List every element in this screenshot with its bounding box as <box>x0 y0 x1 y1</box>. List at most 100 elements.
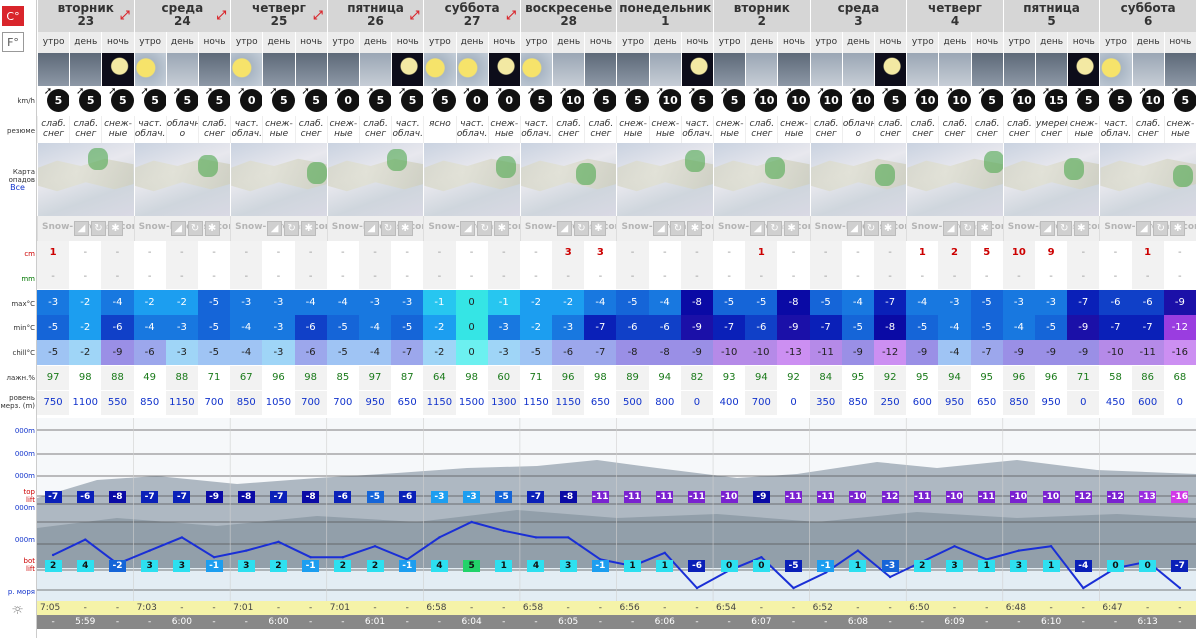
tmin-cell: -5 <box>37 315 70 340</box>
period-cell: ночь <box>584 32 617 53</box>
summary-cell: снеж-ные <box>101 116 133 143</box>
map-watermark-cell: Snow-Forecast.com◢↻✱ <box>519 216 617 241</box>
humidity-cell: 89 <box>616 366 649 390</box>
snowflake-icon[interactable]: ✱ <box>1170 221 1186 236</box>
expand-arrow-icon[interactable]: ⤢ <box>217 9 227 22</box>
snowflake-icon[interactable]: ✱ <box>204 221 220 236</box>
humidity-cell: 98 <box>465 372 478 383</box>
day-header[interactable]: суббота 6 <box>1099 0 1196 32</box>
snowflake-icon[interactable]: ✱ <box>880 221 896 236</box>
precipitation-map[interactable] <box>423 143 520 216</box>
toplift-temp-badge: -11 <box>624 491 642 503</box>
wind-cell: 5 ➚ <box>294 86 327 116</box>
precipitation-map[interactable] <box>616 143 714 216</box>
day-header[interactable]: пятница 5 <box>1002 0 1100 32</box>
day-header[interactable]: четверг 25 ⤢ <box>230 0 327 32</box>
precipitation-map[interactable] <box>519 143 617 216</box>
precipitation-map[interactable] <box>133 143 231 216</box>
rain-cell: - <box>552 265 585 289</box>
precipitation-map[interactable] <box>1002 143 1100 216</box>
precipitation-map[interactable] <box>326 143 424 216</box>
botlift-temp-badge: 2 <box>366 560 384 572</box>
humidity-cell: 71 <box>1067 366 1100 390</box>
sunset-cell: - <box>906 615 939 629</box>
expand-icon[interactable]: ◢ <box>170 221 186 236</box>
day-header[interactable]: воскресенье 28 <box>519 0 617 32</box>
expand-icon[interactable]: ◢ <box>943 221 959 236</box>
precipitation-map[interactable] <box>1099 143 1196 216</box>
wind-cell: 5 ➚ <box>133 86 166 116</box>
expand-icon[interactable]: ◢ <box>750 221 766 236</box>
day-header[interactable]: пятница 26 ⤢ <box>326 0 424 32</box>
refresh-icon[interactable]: ↻ <box>767 221 783 236</box>
sunrise-cell: - <box>294 601 327 615</box>
expand-icon[interactable]: ◢ <box>363 221 379 236</box>
refresh-icon[interactable]: ↻ <box>1153 221 1169 236</box>
snowflake-icon[interactable]: ✱ <box>108 221 123 236</box>
expand-arrow-icon[interactable]: ⤢ <box>313 9 323 22</box>
precipitation-map[interactable] <box>906 143 1003 216</box>
snowflake-icon[interactable]: ✱ <box>397 221 413 236</box>
period-cell: утро <box>519 32 553 53</box>
map-all-link[interactable]: Все <box>0 184 37 192</box>
day-header[interactable]: среда 3 <box>809 0 907 32</box>
chill-cell: -3 <box>165 340 198 365</box>
day-header[interactable]: вторник 23 ⤢ <box>37 0 134 32</box>
refresh-icon[interactable]: ↻ <box>380 221 396 236</box>
refresh-icon[interactable]: ↻ <box>960 221 976 236</box>
day-header[interactable]: понедельник 1 <box>616 0 714 32</box>
precipitation-map[interactable] <box>713 143 810 216</box>
expand-icon[interactable]: ◢ <box>653 221 669 236</box>
day-header[interactable]: вторник 2 <box>713 0 810 32</box>
snow-cloud-icon <box>1034 53 1068 86</box>
refresh-icon[interactable]: ↻ <box>91 221 106 236</box>
snowflake-icon[interactable]: ✱ <box>977 221 993 236</box>
expand-icon[interactable]: ◢ <box>1039 221 1055 236</box>
refresh-icon[interactable]: ↻ <box>573 221 589 236</box>
precipitation-map[interactable] <box>37 143 134 216</box>
summary-line-1: снеж- <box>490 119 519 129</box>
snowflake-icon[interactable]: ✱ <box>301 221 317 236</box>
expand-arrow-icon[interactable]: ⤢ <box>120 9 130 22</box>
snowflake-icon[interactable]: ✱ <box>590 221 606 236</box>
celsius-toggle[interactable]: C° <box>2 6 24 26</box>
summary-line-1: слаб. <box>878 119 903 129</box>
chill-cell: -6 <box>552 340 585 365</box>
rain-cell: - <box>423 265 456 289</box>
wind-direction-icon: ➚ <box>719 86 729 97</box>
expand-arrow-icon[interactable]: ⤢ <box>506 9 516 22</box>
snow-cell: - <box>83 247 88 258</box>
expand-icon[interactable]: ◢ <box>267 221 283 236</box>
expand-icon[interactable]: ◢ <box>74 221 89 236</box>
precipitation-map[interactable] <box>809 143 907 216</box>
refresh-icon[interactable]: ↻ <box>284 221 300 236</box>
snow-cell: 1 <box>1131 241 1164 265</box>
refresh-icon[interactable]: ↻ <box>187 221 203 236</box>
expand-icon[interactable]: ◢ <box>1136 221 1152 236</box>
snowflake-icon[interactable]: ✱ <box>1073 221 1089 236</box>
refresh-icon[interactable]: ↻ <box>863 221 879 236</box>
summary-line-2: снег <box>1137 129 1159 139</box>
freezing-level-point <box>84 538 87 541</box>
snowflake-icon[interactable]: ✱ <box>494 221 510 236</box>
expand-icon[interactable]: ◢ <box>556 221 572 236</box>
expand-icon[interactable]: ◢ <box>460 221 476 236</box>
sunrise-cell: - <box>262 601 295 615</box>
precipitation-map[interactable] <box>230 143 327 216</box>
chill-cell: -5 <box>519 340 553 365</box>
tmax-cell: -7 <box>1067 290 1100 315</box>
humidity-label: лажн.% <box>6 374 35 382</box>
refresh-icon[interactable]: ↻ <box>477 221 493 236</box>
tmax-cell: -2 <box>133 290 166 315</box>
snowflake-icon[interactable]: ✱ <box>687 221 703 236</box>
day-header[interactable]: суббота 27 ⤢ <box>423 0 520 32</box>
day-header[interactable]: среда 24 ⤢ <box>133 0 231 32</box>
refresh-icon[interactable]: ↻ <box>670 221 686 236</box>
fahrenheit-toggle[interactable]: F° <box>2 32 24 52</box>
refresh-icon[interactable]: ↻ <box>1056 221 1072 236</box>
expand-icon[interactable]: ◢ <box>846 221 862 236</box>
day-header[interactable]: четверг 4 <box>906 0 1003 32</box>
expand-arrow-icon[interactable]: ⤢ <box>410 9 420 22</box>
summary-line-1: снеж- <box>619 119 647 129</box>
snowflake-icon[interactable]: ✱ <box>784 221 800 236</box>
